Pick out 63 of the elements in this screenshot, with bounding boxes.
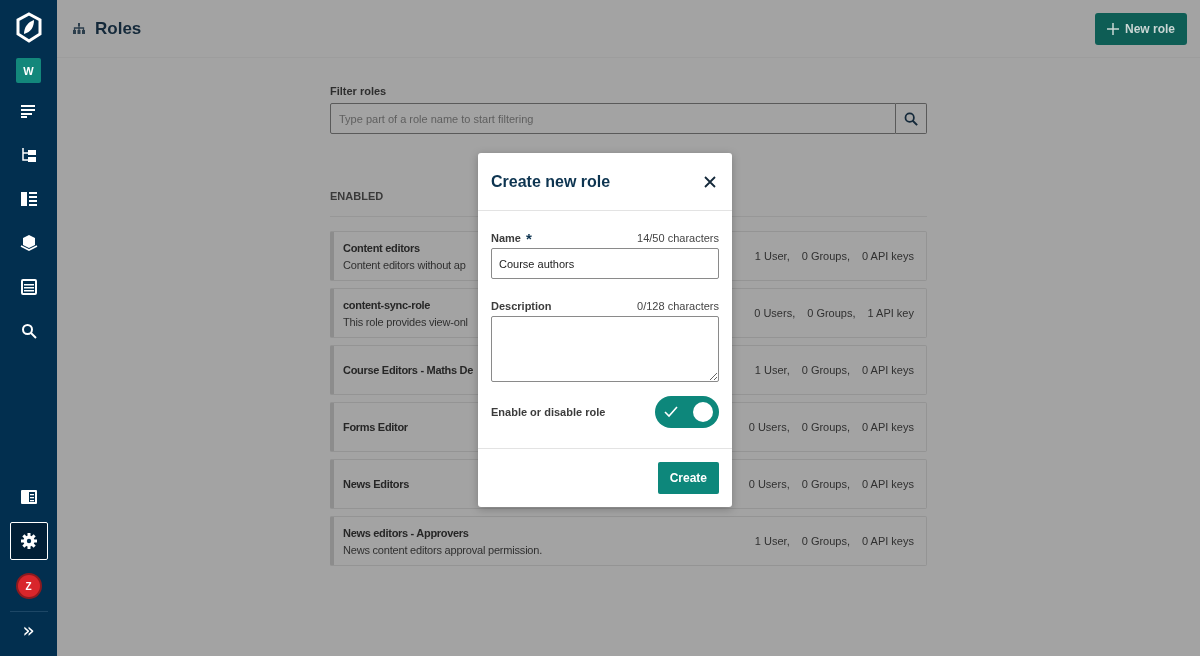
- search-icon: [904, 111, 918, 126]
- user-count: 0 Users,: [754, 307, 796, 319]
- toggle-label: Enable or disable role: [491, 406, 606, 418]
- name-input-field[interactable]: Course authors: [491, 248, 719, 279]
- hierarchy-icon: [73, 23, 85, 34]
- cube-icon: [19, 234, 38, 252]
- api-key-count: 0 API keys: [862, 250, 914, 262]
- role-card[interactable]: News editors - Approvers News content editors approval permission. 1 User, 0 Groups, 0 API keys: [330, 516, 927, 566]
- description-label: Description: [491, 300, 552, 312]
- close-icon: [704, 175, 716, 188]
- api-key-count: 0 API keys: [862, 364, 914, 376]
- group-count: 0 Groups,: [801, 250, 850, 262]
- workspace-badge[interactable]: W: [16, 58, 41, 83]
- search-icon: [20, 323, 37, 339]
- required-mark: *: [525, 232, 532, 244]
- panel-icon: [19, 489, 38, 505]
- sidebar-nav-button[interactable]: [9, 522, 48, 560]
- name-label: Name: [491, 232, 521, 244]
- group-count: 0 Groups,: [807, 307, 856, 319]
- filter-label: Filter roles: [330, 85, 388, 97]
- api-key-count: 1 API key: [867, 307, 914, 319]
- user-avatar[interactable]: Z: [17, 575, 40, 597]
- columns-icon: [20, 192, 37, 206]
- character-counter: 0/128 characters: [637, 300, 719, 312]
- user-count: 1 User,: [754, 535, 790, 547]
- role-name: Content editors: [343, 241, 420, 254]
- role-name: Course Editors - Maths De: [343, 364, 474, 376]
- api-key-count: 0 API keys: [862, 478, 914, 490]
- role-description: This role provides view-onl: [343, 315, 468, 328]
- table-icon: [20, 279, 37, 295]
- user-count: 1 User,: [754, 364, 790, 376]
- group-count: 0 Groups,: [801, 535, 850, 547]
- role-description: Content editors without ap: [343, 258, 466, 271]
- role-name: Forms Editor: [343, 421, 408, 433]
- description-input-field[interactable]: [491, 316, 719, 382]
- role-name: content-sync-role: [343, 298, 431, 311]
- page-title: Roles: [95, 18, 142, 39]
- tree-icon: [20, 147, 37, 163]
- character-counter: 14/50 characters: [637, 232, 719, 244]
- expand-button[interactable]: »: [14, 612, 43, 656]
- user-count: 0 Users,: [748, 421, 790, 433]
- user-count: 0 Users,: [748, 478, 790, 490]
- filter-input-field[interactable]: Type part of a role name to start filtering: [330, 103, 896, 134]
- enable-toggle[interactable]: [655, 396, 719, 428]
- group-count: 0 Groups,: [801, 421, 850, 433]
- api-key-count: 0 API keys: [862, 535, 914, 547]
- create-button[interactable]: Create: [657, 462, 719, 494]
- role-description: News content editors approval permission.: [343, 543, 543, 556]
- new-role-button[interactable]: New role: [1095, 12, 1187, 45]
- close-button[interactable]: [702, 173, 718, 190]
- role-name: News Editors: [343, 478, 410, 490]
- search-button[interactable]: [896, 103, 927, 134]
- text-lines-icon: [20, 104, 37, 118]
- role-name: News editors - Approvers: [343, 526, 469, 539]
- api-key-count: 0 API keys: [862, 421, 914, 433]
- user-count: 1 User,: [754, 250, 790, 262]
- check-icon: [664, 405, 678, 419]
- group-count: 0 Groups,: [801, 478, 850, 490]
- dialog-title: Create new role: [491, 172, 611, 191]
- group-count: 0 Groups,: [801, 364, 850, 376]
- leaf-hexagon-logo-icon[interactable]: [14, 12, 43, 44]
- settings-icon: [20, 533, 37, 549]
- plus-icon: [1107, 22, 1119, 35]
